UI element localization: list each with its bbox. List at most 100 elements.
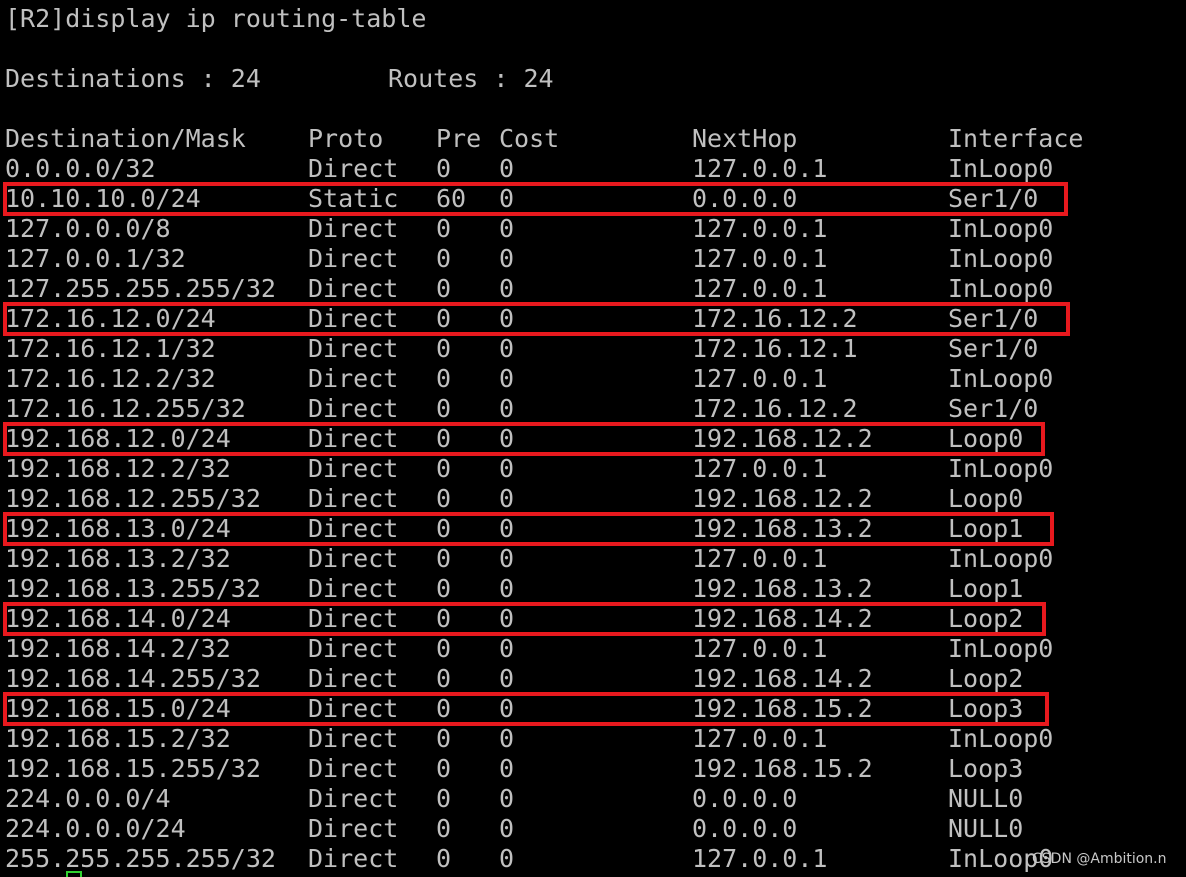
routes-count: Routes : 24 xyxy=(388,64,554,93)
cell-proto: Direct xyxy=(308,484,399,513)
cell-pre: 0 xyxy=(436,244,452,273)
cell-nexthop: 127.0.0.1 xyxy=(692,634,828,663)
routing-summary: Destinations : 24 Routes : 24 xyxy=(5,64,554,94)
cell-nexthop: 192.168.14.2 xyxy=(692,664,873,693)
cell-proto: Direct xyxy=(308,754,399,783)
header-interface: Interface xyxy=(948,124,1084,153)
cell-interface: InLoop0 xyxy=(948,454,1054,483)
cell-interface: Loop3 xyxy=(948,694,1024,723)
header-cost: Cost xyxy=(499,124,560,153)
cell-interface: Ser1/0 xyxy=(948,304,1039,333)
header-nexthop: NextHop xyxy=(692,124,798,153)
cell-proto: Direct xyxy=(308,694,399,723)
cell-cost: 0 xyxy=(499,814,515,843)
cell-destination: 192.168.14.255/32 xyxy=(5,664,261,693)
cell-proto: Direct xyxy=(308,634,399,663)
command-line: [R2]display ip routing-table xyxy=(5,4,427,33)
cell-destination: 10.10.10.0/24 xyxy=(5,184,201,213)
cell-nexthop: 0.0.0.0 xyxy=(692,784,798,813)
cell-interface: NULL0 xyxy=(948,784,1024,813)
cell-interface: InLoop0 xyxy=(948,544,1054,573)
cell-interface: Loop2 xyxy=(948,664,1024,693)
cell-pre: 0 xyxy=(436,604,452,633)
cell-interface: Ser1/0 xyxy=(948,394,1039,423)
cell-nexthop: 127.0.0.1 xyxy=(692,214,828,243)
terminal-cursor xyxy=(66,871,82,877)
cell-pre: 0 xyxy=(436,724,452,753)
cell-cost: 0 xyxy=(499,364,515,393)
cell-nexthop: 127.0.0.1 xyxy=(692,154,828,183)
cell-interface: Ser1/0 xyxy=(948,184,1039,213)
cell-cost: 0 xyxy=(499,154,515,183)
cell-interface: Loop2 xyxy=(948,604,1024,633)
cell-destination: 192.168.15.255/32 xyxy=(5,754,261,783)
cell-nexthop: 192.168.15.2 xyxy=(692,754,873,783)
cell-cost: 0 xyxy=(499,724,515,753)
cell-pre: 0 xyxy=(436,334,452,363)
cell-destination: 224.0.0.0/4 xyxy=(5,784,171,813)
cell-cost: 0 xyxy=(499,514,515,543)
cell-pre: 0 xyxy=(436,664,452,693)
cell-interface: Ser1/0 xyxy=(948,334,1039,363)
cell-destination: 192.168.12.2/32 xyxy=(5,454,231,483)
cell-destination: 192.168.15.2/32 xyxy=(5,724,231,753)
cell-cost: 0 xyxy=(499,274,515,303)
cell-pre: 0 xyxy=(436,484,452,513)
cell-destination: 127.0.0.1/32 xyxy=(5,244,186,273)
cell-nexthop: 127.0.0.1 xyxy=(692,454,828,483)
cell-interface: InLoop0 xyxy=(948,244,1054,273)
cell-nexthop: 172.16.12.2 xyxy=(692,394,858,423)
cell-cost: 0 xyxy=(499,664,515,693)
cell-nexthop: 127.0.0.1 xyxy=(692,724,828,753)
cell-proto: Direct xyxy=(308,214,399,243)
cell-nexthop: 192.168.12.2 xyxy=(692,484,873,513)
header-destination: Destination/Mask xyxy=(5,124,246,153)
cell-nexthop: 192.168.14.2 xyxy=(692,604,873,633)
cell-proto: Direct xyxy=(308,154,399,183)
cell-nexthop: 172.16.12.2 xyxy=(692,304,858,333)
cell-pre: 0 xyxy=(436,514,452,543)
cell-destination: 0.0.0.0/32 xyxy=(5,154,156,183)
cell-cost: 0 xyxy=(499,544,515,573)
cell-cost: 0 xyxy=(499,604,515,633)
cell-interface: InLoop0 xyxy=(948,724,1054,753)
cell-cost: 0 xyxy=(499,334,515,363)
cell-destination: 192.168.14.2/32 xyxy=(5,634,231,663)
cell-proto: Direct xyxy=(308,784,399,813)
cell-proto: Direct xyxy=(308,814,399,843)
cell-proto: Direct xyxy=(308,334,399,363)
cell-nexthop: 127.0.0.1 xyxy=(692,244,828,273)
cell-proto: Direct xyxy=(308,244,399,273)
cell-proto: Direct xyxy=(308,514,399,543)
cell-pre: 0 xyxy=(436,424,452,453)
cell-pre: 0 xyxy=(436,304,452,333)
cell-pre: 0 xyxy=(436,784,452,813)
terminal-window[interactable]: [R2]display ip routing-table Destination… xyxy=(0,0,1186,877)
cell-destination: 127.0.0.0/8 xyxy=(5,214,171,243)
cell-nexthop: 192.168.13.2 xyxy=(692,574,873,603)
cell-nexthop: 0.0.0.0 xyxy=(692,184,798,213)
cell-cost: 0 xyxy=(499,304,515,333)
header-proto: Proto xyxy=(308,124,384,153)
cell-cost: 0 xyxy=(499,784,515,813)
cell-destination: 172.16.12.1/32 xyxy=(5,334,216,363)
cell-nexthop: 0.0.0.0 xyxy=(692,814,798,843)
cell-proto: Direct xyxy=(308,664,399,693)
cell-proto: Direct xyxy=(308,604,399,633)
cell-interface: Loop0 xyxy=(948,484,1024,513)
cell-destination: 192.168.13.0/24 xyxy=(5,514,231,543)
cell-proto: Static xyxy=(308,184,399,213)
cell-interface: Loop1 xyxy=(948,514,1024,543)
cell-proto: Direct xyxy=(308,544,399,573)
cell-pre: 0 xyxy=(436,364,452,393)
cell-destination: 192.168.12.255/32 xyxy=(5,484,261,513)
cell-proto: Direct xyxy=(308,304,399,333)
cell-proto: Direct xyxy=(308,424,399,453)
cell-pre: 0 xyxy=(436,574,452,603)
cell-proto: Direct xyxy=(308,844,399,873)
cell-cost: 0 xyxy=(499,574,515,603)
cell-pre: 0 xyxy=(436,754,452,783)
cell-destination: 192.168.14.0/24 xyxy=(5,604,231,633)
cell-cost: 0 xyxy=(499,484,515,513)
table-header: Destination/Mask Proto Pre Cost NextHop … xyxy=(5,124,1083,154)
